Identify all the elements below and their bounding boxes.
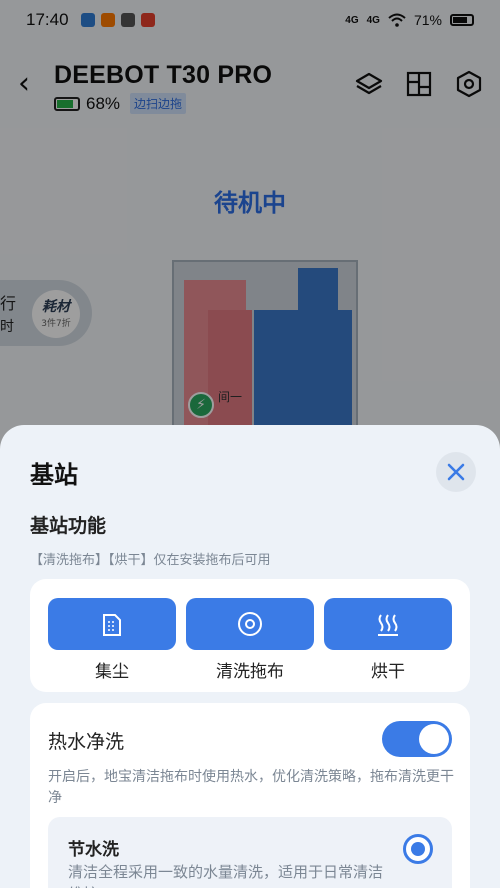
option-description: 清洁全程采用一致的水量清洗，适用于日常清洁维护	[68, 863, 384, 888]
mop-wash-label: 清洗拖布	[216, 662, 284, 682]
section-note: 【清洗拖布】【烘干】仅在安装拖布后可用	[30, 553, 271, 568]
heat-dry-icon	[378, 614, 398, 636]
hot-water-toggle[interactable]	[382, 721, 452, 757]
dust-collect-label: 集尘	[95, 662, 129, 682]
option-radio[interactable]	[403, 834, 433, 864]
dust-collect-button[interactable]	[48, 598, 176, 650]
hot-water-description: 开启后，地宝清洁拖布时使用热水，优化清洗策略，拖布清洗更干净	[48, 769, 454, 806]
water-saving-option[interactable]: 节水洗 清洁全程采用一致的水量清洗，适用于日常清洁维护	[48, 817, 452, 888]
sheet-title: 基站	[30, 461, 78, 489]
base-station-sheet: 基站 基站功能 【清洗拖布】【烘干】仅在安装拖布后可用 集尘 清洗拖布 烘干 热…	[0, 425, 500, 888]
hot-water-wash-card: 热水净洗 开启后，地宝清洁拖布时使用热水，优化清洗策略，拖布清洗更干净 节水洗 …	[30, 703, 470, 888]
dry-label: 烘干	[371, 662, 405, 682]
mop-wash-button[interactable]	[186, 598, 314, 650]
close-button[interactable]	[436, 452, 476, 492]
close-icon	[447, 463, 465, 481]
hot-water-title: 热水净洗	[48, 731, 125, 753]
toggle-knob	[419, 724, 449, 754]
dust-bin-icon	[103, 614, 121, 636]
mop-wash-icon	[238, 612, 262, 636]
option-title: 节水洗	[68, 840, 119, 860]
dry-button[interactable]	[324, 598, 452, 650]
station-functions-card: 集尘 清洗拖布 烘干	[30, 579, 470, 692]
section-title: 基站功能	[30, 515, 107, 537]
radio-selected-dot	[411, 842, 425, 856]
